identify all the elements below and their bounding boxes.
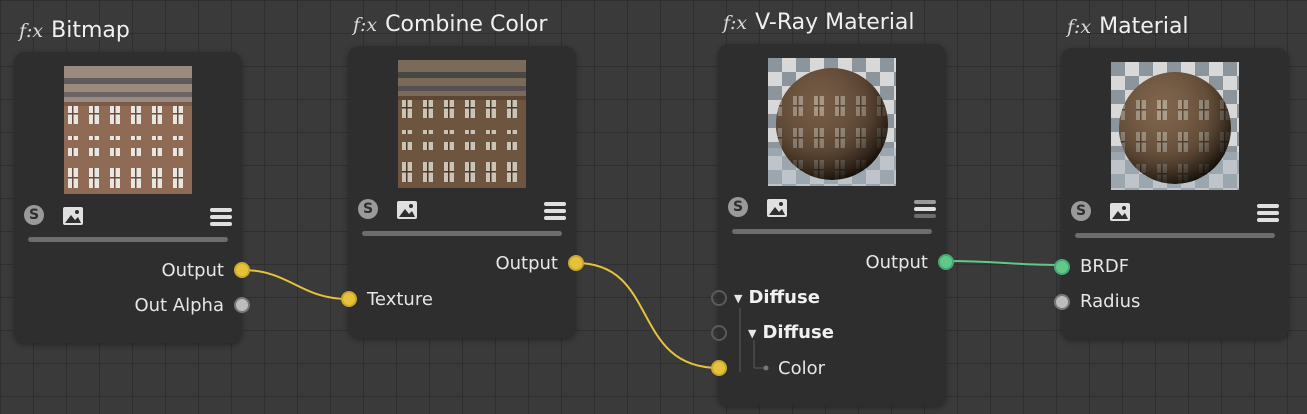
bitmap-out-alpha-label: Out Alpha: [134, 295, 224, 316]
wire-vray-to-material: [945, 260, 1062, 266]
bitmap-node[interactable]: S Output Out Alpha: [14, 52, 250, 343]
combine-icon-row: S: [348, 199, 576, 223]
s-badge-icon[interactable]: S: [358, 199, 378, 219]
s-badge-icon[interactable]: S: [728, 197, 748, 217]
bitmap-preview-thumbnail: [64, 66, 192, 194]
image-icon[interactable]: [396, 200, 418, 220]
bitmap-output-label: Output: [161, 260, 224, 281]
material-preview-thumbnail: [1111, 62, 1239, 190]
menu-icon[interactable]: [1257, 203, 1279, 223]
material-icon-row: S: [1061, 201, 1289, 225]
collapse-triangle-icon[interactable]: ▼: [734, 292, 742, 305]
combine-title-label: Combine Color: [385, 12, 548, 37]
combine-output-label: Output: [495, 253, 558, 274]
tree-connector-lines: [739, 308, 769, 372]
material-brdf-port[interactable]: [1054, 259, 1070, 275]
vray-node-title[interactable]: f:x V-Ray Material: [723, 10, 915, 35]
menu-icon[interactable]: [914, 199, 936, 219]
wire-bitmap-to-combine: [241, 269, 349, 300]
vray-diffuse-port[interactable]: [711, 290, 727, 306]
menu-icon[interactable]: [544, 201, 566, 221]
vray-color-label: Color: [778, 358, 825, 379]
material-brdf-label: BRDF: [1080, 256, 1130, 277]
combine-progress-bar: [362, 231, 562, 236]
fx-icon: f:x: [353, 14, 378, 36]
vray-material-node[interactable]: S Output ▼ Diffuse ▼ Diffuse Color: [711, 44, 954, 406]
vray-color-port[interactable]: [711, 360, 727, 376]
fx-icon: f:x: [1067, 16, 1092, 38]
bitmap-progress-bar: [28, 237, 228, 242]
fx-icon: f:x: [19, 20, 44, 42]
fx-icon: f:x: [723, 12, 748, 34]
material-title-label: Material: [1099, 14, 1189, 39]
combine-color-node[interactable]: S Output Texture: [341, 46, 584, 338]
bitmap-out-alpha-port[interactable]: [234, 297, 250, 313]
s-badge-icon[interactable]: S: [24, 205, 44, 225]
material-progress-bar: [1075, 233, 1275, 238]
vray-output-label: Output: [865, 252, 928, 273]
material-node[interactable]: S BRDF Radius: [1054, 48, 1289, 339]
bitmap-title-label: Bitmap: [51, 18, 130, 43]
vray-diffuse-section[interactable]: ▼ Diffuse: [734, 287, 820, 308]
menu-icon[interactable]: [210, 207, 232, 227]
combine-node-title[interactable]: f:x Combine Color: [353, 12, 547, 37]
wire-combine-to-vray: [575, 262, 720, 369]
combine-texture-port[interactable]: [341, 291, 357, 307]
s-badge-icon[interactable]: S: [1071, 201, 1091, 221]
bitmap-icon-row: S: [14, 205, 242, 229]
image-icon[interactable]: [766, 198, 788, 218]
bitmap-output-port[interactable]: [234, 262, 250, 278]
vray-preview-thumbnail: [768, 58, 896, 186]
material-radius-label: Radius: [1080, 291, 1141, 312]
vray-diffuse-sub-port[interactable]: [711, 325, 727, 341]
combine-preview-thumbnail: [398, 60, 526, 188]
vray-output-port[interactable]: [938, 254, 954, 270]
image-icon[interactable]: [62, 206, 84, 226]
image-icon[interactable]: [1109, 202, 1131, 222]
bitmap-node-title[interactable]: f:x Bitmap: [19, 18, 130, 43]
vray-progress-bar: [732, 229, 932, 234]
vray-title-label: V-Ray Material: [755, 10, 915, 35]
material-radius-port[interactable]: [1054, 294, 1070, 310]
combine-texture-label: Texture: [367, 289, 433, 310]
combine-output-port[interactable]: [568, 255, 584, 271]
material-node-title[interactable]: f:x Material: [1067, 14, 1189, 39]
vray-icon-row: S: [718, 197, 946, 221]
